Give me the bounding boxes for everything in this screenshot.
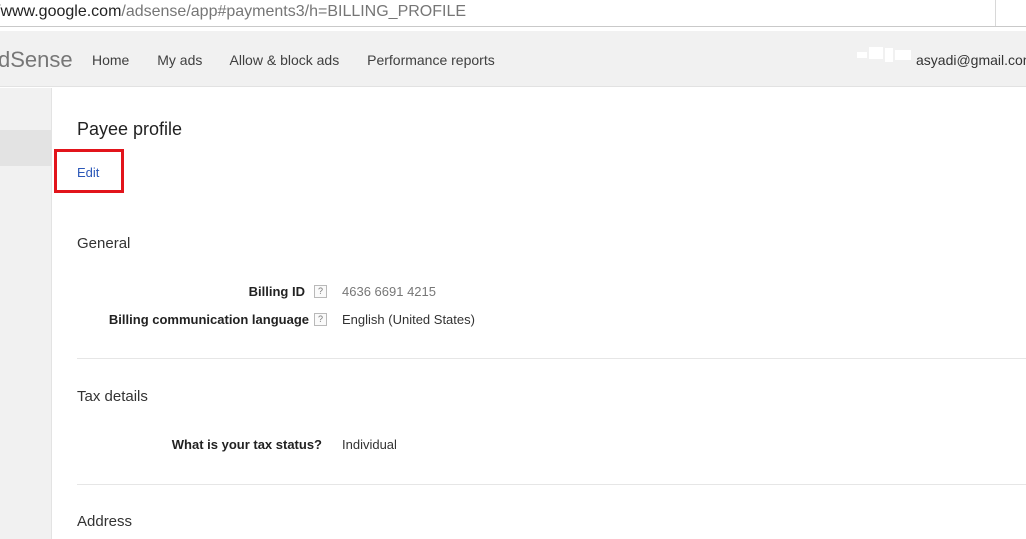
- nav-performance-reports[interactable]: Performance reports: [367, 52, 495, 68]
- nav-home[interactable]: Home: [92, 52, 129, 68]
- nav-my-ads[interactable]: My ads: [157, 52, 202, 68]
- section-divider: [77, 358, 1026, 359]
- edit-link[interactable]: Edit: [77, 165, 99, 180]
- billing-id-label: Billing ID: [248, 284, 305, 299]
- tax-status-label: What is your tax status?: [171, 437, 322, 452]
- section-address-heading: Address: [77, 513, 133, 530]
- billing-id-value: 4636 6691 4215: [342, 284, 436, 299]
- address-bar[interactable]: /www.google.com/adsense/app#payments3/h=…: [0, 0, 1026, 27]
- help-icon[interactable]: ?: [314, 285, 327, 298]
- section-tax-heading: Tax details: [77, 388, 148, 405]
- section-divider: [77, 484, 1026, 485]
- left-sidebar: [0, 88, 52, 539]
- section-general-heading: General: [77, 235, 131, 252]
- url-host: /www.google.com: [0, 3, 122, 20]
- brand-logo[interactable]: dSense: [0, 47, 73, 73]
- top-nav: Home My ads Allow & block ads Performanc…: [92, 52, 519, 68]
- sidebar-item-active[interactable]: [0, 130, 51, 166]
- help-icon[interactable]: ?: [314, 313, 327, 326]
- account-email[interactable]: asyadi@gmail.com: [916, 52, 1026, 68]
- nav-allow-block-ads[interactable]: Allow & block ads: [230, 52, 340, 68]
- page-title: Payee profile: [77, 119, 183, 139]
- main-content: Payee profile Edit General Billing ID ? …: [54, 88, 1026, 539]
- tax-status-value: Individual: [342, 437, 397, 452]
- account-name-redaction: [855, 44, 915, 66]
- url-text[interactable]: /www.google.com/adsense/app#payments3/h=…: [0, 3, 466, 21]
- urlbar-divider: [995, 0, 996, 26]
- billing-language-label: Billing communication language: [108, 312, 309, 327]
- app-header: dSense Home My ads Allow & block ads Per…: [0, 31, 1026, 87]
- url-path: /adsense/app#payments3/h=BILLING_PROFILE: [121, 3, 467, 20]
- billing-language-value: English (United States): [342, 312, 475, 327]
